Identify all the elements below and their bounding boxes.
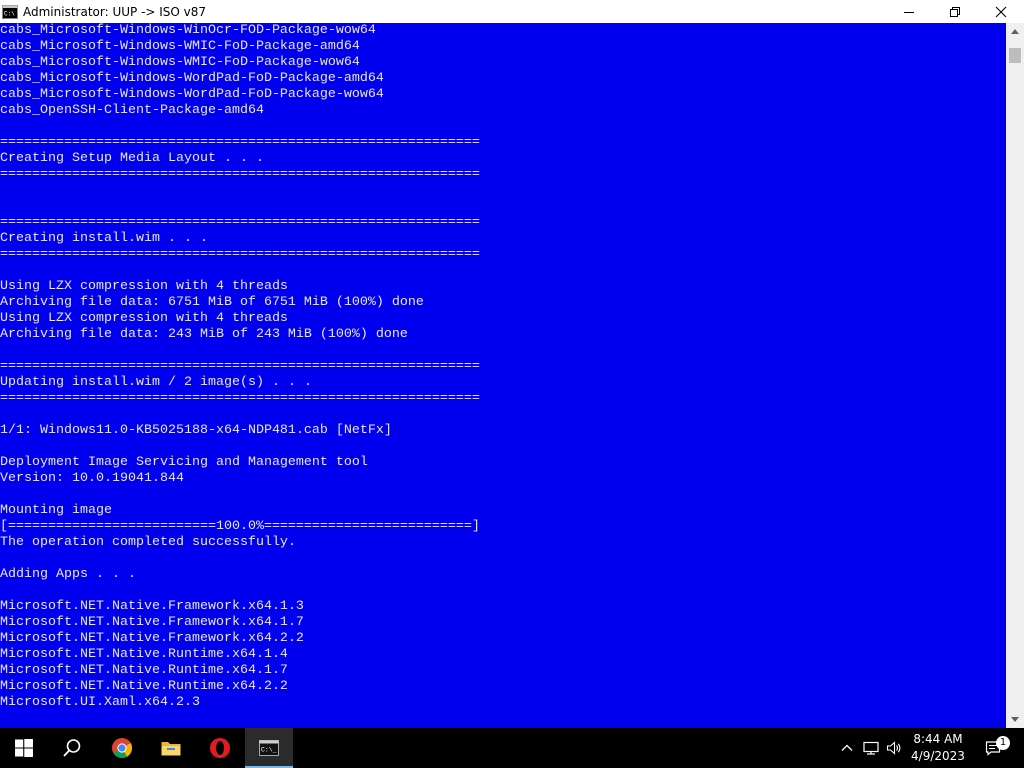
network-button[interactable] <box>861 728 881 768</box>
opera-icon <box>210 738 230 758</box>
console-line: cabs_Microsoft-Windows-WordPad-FoD-Packa… <box>0 71 384 86</box>
console-line: Updating install.wim / 2 image(s) . . . <box>0 375 312 390</box>
volume-button[interactable] <box>884 728 904 768</box>
file-explorer-icon <box>161 742 181 756</box>
console-line: ========================================… <box>0 215 480 230</box>
scroll-up-button[interactable] <box>1006 23 1024 40</box>
taskbar-chrome[interactable] <box>98 728 146 768</box>
network-icon <box>863 741 879 755</box>
console-line: Mounting image <box>0 503 112 518</box>
close-button[interactable] <box>978 0 1024 23</box>
console-line: Using LZX compression with 4 threads <box>0 311 288 326</box>
console-line: The operation completed successfully. <box>0 535 296 550</box>
console-line: ========================================… <box>0 359 480 374</box>
scroll-down-button[interactable] <box>1006 711 1024 728</box>
search-button[interactable] <box>48 728 96 768</box>
clock-time: 8:44 AM <box>913 732 963 746</box>
title-bar[interactable]: C:\ Administrator: UUP -> ISO v87 <box>0 0 1024 23</box>
console-line: Microsoft.NET.Native.Framework.x64.1.7 <box>0 615 304 630</box>
close-icon <box>995 6 1007 17</box>
console-line: Archiving file data: 6751 MiB of 6751 Mi… <box>0 295 424 310</box>
restore-icon <box>950 6 960 17</box>
show-hidden-icons-button[interactable] <box>838 728 856 768</box>
console-line: ========================================… <box>0 167 480 182</box>
window-title: Administrator: UUP -> ISO v87 <box>23 4 207 19</box>
console-line: Microsoft.NET.Native.Runtime.x64.1.7 <box>0 663 288 678</box>
taskbar-command-prompt[interactable]: C:\_ <box>245 728 293 768</box>
console-line: cabs_Microsoft-Windows-WordPad-FoD-Packa… <box>0 87 384 102</box>
console-line: ========================================… <box>0 135 480 150</box>
console-line: 1/1: Windows11.0-KB5025188-x64-NDP481.ca… <box>0 423 392 438</box>
arrow-up-icon <box>1011 29 1019 34</box>
console-line: Adding Apps . . . <box>0 567 136 582</box>
chevron-up-icon <box>841 744 853 751</box>
console-line: Archiving file data: 243 MiB of 243 MiB … <box>0 327 408 342</box>
notification-badge: 1 <box>996 736 1010 750</box>
console-line: Creating Setup Media Layout . . . <box>0 151 264 166</box>
console-output[interactable]: cabs_Microsoft-Windows-WinOcr-FOD-Packag… <box>0 23 1006 728</box>
console-line: Microsoft.UI.Xaml.x64.2.3 <box>0 695 200 710</box>
chrome-icon <box>112 738 133 759</box>
console-line: Microsoft.NET.Native.Runtime.x64.1.4 <box>0 647 288 662</box>
minimize-button[interactable] <box>886 0 932 23</box>
console-line: cabs_Microsoft-Windows-WMIC-FoD-Package-… <box>0 55 360 70</box>
console-line: Using LZX compression with 4 threads <box>0 279 288 294</box>
volume-icon <box>886 741 901 755</box>
start-button[interactable] <box>0 728 48 768</box>
taskbar-clock[interactable]: 8:44 AM 4/9/2023 <box>906 728 970 768</box>
console-line: Microsoft.NET.Native.Framework.x64.2.2 <box>0 631 304 646</box>
vertical-scrollbar[interactable] <box>1006 23 1024 728</box>
taskbar-opera[interactable] <box>196 728 244 768</box>
minimize-icon <box>904 11 914 13</box>
console-line: cabs_OpenSSH-Client-Package-amd64 <box>0 103 264 118</box>
clock-date: 4/9/2023 <box>911 749 965 763</box>
svg-text:C:\: C:\ <box>4 10 15 17</box>
taskbar: C:\_ 8:44 AM 4/9/2023 1 <box>0 728 1024 768</box>
console-line: ========================================… <box>0 247 480 262</box>
console-line: cabs_Microsoft-Windows-WMIC-FoD-Package-… <box>0 39 360 54</box>
search-icon <box>63 739 81 757</box>
console-line: Microsoft.NET.Native.Framework.x64.1.3 <box>0 599 304 614</box>
cmd-icon: C:\_ <box>259 740 279 756</box>
svg-text:C:\_: C:\_ <box>261 747 277 754</box>
console-line: Deployment Image Servicing and Managemen… <box>0 455 368 470</box>
console-line: [==========================100.0%=======… <box>0 519 480 534</box>
arrow-down-icon <box>1011 717 1019 722</box>
scrollbar-thumb[interactable] <box>1009 48 1021 63</box>
console-line: Creating install.wim . . . <box>0 231 208 246</box>
console-line: cabs_Microsoft-Windows-WinOcr-FOD-Packag… <box>0 23 376 38</box>
console-line: ========================================… <box>0 391 480 406</box>
console-window[interactable]: C:\ Administrator: UUP -> ISO v87 cabs_M… <box>0 0 1024 728</box>
cmd-icon: C:\ <box>2 4 18 19</box>
taskbar-file-explorer[interactable] <box>147 728 195 768</box>
console-line: Version: 10.0.19041.844 <box>0 471 184 486</box>
start-icon <box>15 739 33 757</box>
console-line: Microsoft.NET.Native.Runtime.x64.2.2 <box>0 679 288 694</box>
restore-button[interactable] <box>932 0 978 23</box>
